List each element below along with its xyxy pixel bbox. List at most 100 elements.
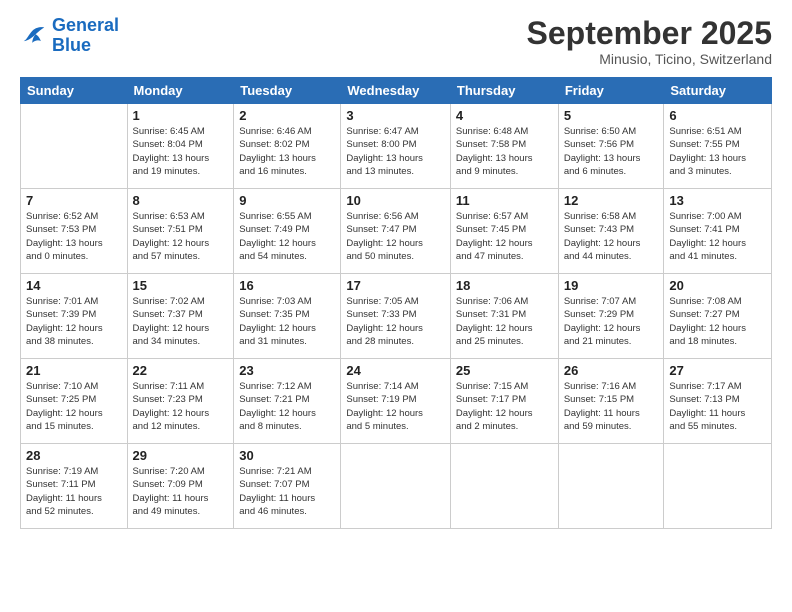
title-section: September 2025 Minusio, Ticino, Switzerl… xyxy=(527,16,772,67)
day-info: Sunrise: 6:50 AM Sunset: 7:56 PM Dayligh… xyxy=(564,125,659,178)
calendar-cell: 13Sunrise: 7:00 AM Sunset: 7:41 PM Dayli… xyxy=(664,189,772,274)
calendar-cell: 7 Sunrise: 6:52 AM Sunset: 7:53 PM Daylig… xyxy=(21,189,128,274)
day-info: Sunrise: 7:12 AM Sunset: 7:21 PM Dayligh… xyxy=(239,380,335,433)
day-number: 12 xyxy=(564,193,659,208)
day-info: Sunrise: 6:53 AM Sunset: 7:51 PM Dayligh… xyxy=(133,210,229,263)
calendar-cell: 11 Sunrise: 6:57 AM Sunset: 7:45 PM Dayli… xyxy=(450,189,558,274)
week-row-1: 1 Sunrise: 6:45 AM Sunset: 8:04 PM Daylig… xyxy=(21,104,772,189)
calendar-cell: 26Sunrise: 7:16 AM Sunset: 7:15 PM Dayli… xyxy=(558,359,664,444)
day-info: Sunrise: 6:48 AM Sunset: 7:58 PM Dayligh… xyxy=(456,125,553,178)
calendar-cell: 1 Sunrise: 6:45 AM Sunset: 8:04 PM Daylig… xyxy=(127,104,234,189)
day-number: 15 xyxy=(133,278,229,293)
day-info: Sunrise: 6:56 AM Sunset: 7:47 PM Dayligh… xyxy=(346,210,445,263)
calendar-cell: 24Sunrise: 7:14 AM Sunset: 7:19 PM Dayli… xyxy=(341,359,451,444)
day-number: 29 xyxy=(133,448,229,463)
calendar-cell: 2 Sunrise: 6:46 AM Sunset: 8:02 PM Daylig… xyxy=(234,104,341,189)
day-info: Sunrise: 6:57 AM Sunset: 7:45 PM Dayligh… xyxy=(456,210,553,263)
day-info: Sunrise: 6:51 AM Sunset: 7:55 PM Dayligh… xyxy=(669,125,766,178)
day-info: Sunrise: 6:58 AM Sunset: 7:43 PM Dayligh… xyxy=(564,210,659,263)
calendar-cell: 21 Sunrise: 7:10 AM Sunset: 7:25 PM Dayli… xyxy=(21,359,128,444)
day-number: 2 xyxy=(239,108,335,123)
calendar-cell xyxy=(664,444,772,529)
calendar-cell: 23 Sunrise: 7:12 AM Sunset: 7:21 PM Dayli… xyxy=(234,359,341,444)
calendar-cell xyxy=(21,104,128,189)
calendar-cell: 25Sunrise: 7:15 AM Sunset: 7:17 PM Dayli… xyxy=(450,359,558,444)
day-number: 6 xyxy=(669,108,766,123)
calendar-cell: 6 Sunrise: 6:51 AM Sunset: 7:55 PM Daylig… xyxy=(664,104,772,189)
day-info: Sunrise: 7:05 AM Sunset: 7:33 PM Dayligh… xyxy=(346,295,445,348)
month-title: September 2025 xyxy=(527,16,772,51)
day-info: Sunrise: 7:07 AM Sunset: 7:29 PM Dayligh… xyxy=(564,295,659,348)
week-row-3: 14 Sunrise: 7:01 AM Sunset: 7:39 PM Dayli… xyxy=(21,274,772,359)
day-info: Sunrise: 7:01 AM Sunset: 7:39 PM Dayligh… xyxy=(26,295,122,348)
day-info: Sunrise: 7:10 AM Sunset: 7:25 PM Dayligh… xyxy=(26,380,122,433)
day-number: 3 xyxy=(346,108,445,123)
calendar-cell xyxy=(450,444,558,529)
calendar-cell xyxy=(341,444,451,529)
header-thursday: Thursday xyxy=(450,78,558,104)
day-info: Sunrise: 6:47 AM Sunset: 8:00 PM Dayligh… xyxy=(346,125,445,178)
day-info: Sunrise: 7:11 AM Sunset: 7:23 PM Dayligh… xyxy=(133,380,229,433)
day-info: Sunrise: 7:03 AM Sunset: 7:35 PM Dayligh… xyxy=(239,295,335,348)
header-sunday: Sunday xyxy=(21,78,128,104)
calendar-cell: 17 Sunrise: 7:05 AM Sunset: 7:33 PM Dayli… xyxy=(341,274,451,359)
calendar-cell: 10 Sunrise: 6:56 AM Sunset: 7:47 PM Dayli… xyxy=(341,189,451,274)
logo-icon xyxy=(20,24,48,48)
calendar-cell: 27Sunrise: 7:17 AM Sunset: 7:13 PM Dayli… xyxy=(664,359,772,444)
day-number: 7 xyxy=(26,193,122,208)
logo-line1: General xyxy=(52,15,119,35)
calendar-cell: 8 Sunrise: 6:53 AM Sunset: 7:51 PM Daylig… xyxy=(127,189,234,274)
day-number: 25 xyxy=(456,363,553,378)
header-friday: Friday xyxy=(558,78,664,104)
calendar-cell: 19 Sunrise: 7:07 AM Sunset: 7:29 PM Dayli… xyxy=(558,274,664,359)
header-tuesday: Tuesday xyxy=(234,78,341,104)
day-number: 14 xyxy=(26,278,122,293)
calendar-page: General Blue September 2025 Minusio, Tic… xyxy=(0,0,792,612)
calendar-cell xyxy=(558,444,664,529)
calendar-cell: 9Sunrise: 6:55 AM Sunset: 7:49 PM Daylig… xyxy=(234,189,341,274)
week-row-5: 28Sunrise: 7:19 AM Sunset: 7:11 PM Dayli… xyxy=(21,444,772,529)
day-info: Sunrise: 7:21 AM Sunset: 7:07 PM Dayligh… xyxy=(239,465,335,518)
day-number: 9 xyxy=(239,193,335,208)
day-number: 1 xyxy=(133,108,229,123)
calendar-cell: 4 Sunrise: 6:48 AM Sunset: 7:58 PM Daylig… xyxy=(450,104,558,189)
header-wednesday: Wednesday xyxy=(341,78,451,104)
calendar-cell: 16Sunrise: 7:03 AM Sunset: 7:35 PM Dayli… xyxy=(234,274,341,359)
day-info: Sunrise: 6:52 AM Sunset: 7:53 PM Dayligh… xyxy=(26,210,122,263)
logo-line2: Blue xyxy=(52,35,91,55)
day-info: Sunrise: 6:45 AM Sunset: 8:04 PM Dayligh… xyxy=(133,125,229,178)
calendar-cell: 14 Sunrise: 7:01 AM Sunset: 7:39 PM Dayli… xyxy=(21,274,128,359)
day-number: 18 xyxy=(456,278,553,293)
day-number: 22 xyxy=(133,363,229,378)
day-number: 21 xyxy=(26,363,122,378)
calendar-cell: 22 Sunrise: 7:11 AM Sunset: 7:23 PM Dayli… xyxy=(127,359,234,444)
day-number: 28 xyxy=(26,448,122,463)
day-number: 10 xyxy=(346,193,445,208)
day-number: 17 xyxy=(346,278,445,293)
header-saturday: Saturday xyxy=(664,78,772,104)
day-info: Sunrise: 7:16 AM Sunset: 7:15 PM Dayligh… xyxy=(564,380,659,433)
header-monday: Monday xyxy=(127,78,234,104)
day-info: Sunrise: 7:00 AM Sunset: 7:41 PM Dayligh… xyxy=(669,210,766,263)
day-number: 8 xyxy=(133,193,229,208)
calendar-cell: 15 Sunrise: 7:02 AM Sunset: 7:37 PM Dayli… xyxy=(127,274,234,359)
location-subtitle: Minusio, Ticino, Switzerland xyxy=(527,51,772,67)
day-info: Sunrise: 7:06 AM Sunset: 7:31 PM Dayligh… xyxy=(456,295,553,348)
day-number: 30 xyxy=(239,448,335,463)
day-number: 23 xyxy=(239,363,335,378)
day-number: 4 xyxy=(456,108,553,123)
logo-name: General Blue xyxy=(52,16,119,56)
day-number: 24 xyxy=(346,363,445,378)
day-info: Sunrise: 7:02 AM Sunset: 7:37 PM Dayligh… xyxy=(133,295,229,348)
day-number: 11 xyxy=(456,193,553,208)
calendar-cell: 5 Sunrise: 6:50 AM Sunset: 7:56 PM Daylig… xyxy=(558,104,664,189)
logo: General Blue xyxy=(20,16,119,56)
calendar-cell: 12 Sunrise: 6:58 AM Sunset: 7:43 PM Dayli… xyxy=(558,189,664,274)
day-number: 5 xyxy=(564,108,659,123)
calendar-cell: 29Sunrise: 7:20 AM Sunset: 7:09 PM Dayli… xyxy=(127,444,234,529)
day-number: 20 xyxy=(669,278,766,293)
day-info: Sunrise: 6:46 AM Sunset: 8:02 PM Dayligh… xyxy=(239,125,335,178)
day-number: 19 xyxy=(564,278,659,293)
day-info: Sunrise: 7:08 AM Sunset: 7:27 PM Dayligh… xyxy=(669,295,766,348)
week-row-2: 7 Sunrise: 6:52 AM Sunset: 7:53 PM Daylig… xyxy=(21,189,772,274)
